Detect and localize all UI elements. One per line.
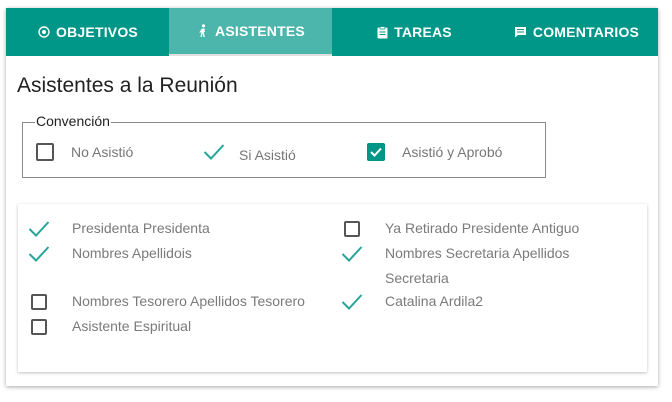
checkmark-icon: [203, 143, 225, 166]
checkmark-icon: [339, 241, 365, 266]
page-title: Asistentes a la Reunión: [17, 74, 238, 97]
tab-asistentes[interactable]: ASISTENTES: [169, 8, 332, 56]
unchecked-box-icon: [339, 216, 365, 241]
attendee-name: Nombres Tesorero Apellidos Tesorero: [72, 293, 305, 309]
legend-label: No Asistió: [71, 144, 134, 160]
clipboard-icon: [375, 25, 389, 39]
checkmark-icon: [339, 289, 365, 314]
attendee-name-line2: Secretaria: [385, 270, 449, 286]
target-icon: [37, 25, 51, 39]
attendee-item[interactable]: Nombres Apellidois: [26, 241, 192, 266]
legend-item-si-asistio: Si Asistió: [203, 143, 296, 166]
legend-label: Asistió y Aprobó: [402, 144, 503, 160]
tab-tareas[interactable]: TAREAS: [332, 8, 495, 56]
unchecked-box-icon: [36, 143, 54, 161]
walking-person-icon: [196, 24, 210, 38]
attendee-item[interactable]: Catalina Ardila2: [339, 289, 483, 314]
comment-icon: [514, 25, 528, 39]
attendee-name: Catalina Ardila2: [385, 293, 484, 309]
tab-label: ASISTENTES: [215, 23, 305, 39]
attendees-panel: Presidenta Presidenta Nombres Apellidois…: [18, 204, 647, 372]
attendee-item[interactable]: Ya Retirado Presidente Antiguo: [339, 216, 579, 241]
attendee-name: Asistente Espiritual: [72, 318, 192, 334]
unchecked-box-icon: [26, 314, 52, 339]
attendee-item[interactable]: Nombres Tesorero Apellidos Tesorero: [26, 289, 305, 314]
legend-label: Si Asistió: [239, 146, 296, 163]
checkmark-icon: [26, 241, 52, 266]
tab-label: TAREAS: [394, 24, 452, 40]
attendee-item[interactable]: Asistente Espiritual: [26, 314, 191, 339]
attendee-name: Presidenta Presidenta: [72, 220, 210, 236]
meeting-card: OBJETIVOS ASISTENTES TAREAS COMENTARIOS …: [6, 8, 658, 386]
attendee-name: Nombres Apellidois: [72, 245, 192, 261]
legend-item-no-asistio: No Asistió: [36, 143, 133, 161]
checkmark-icon: [26, 216, 52, 241]
legend-box: Convención No Asistió Si Asistió Asistió…: [22, 113, 546, 178]
attendee-item[interactable]: Presidenta Presidenta: [26, 216, 210, 241]
legend-title: Convención: [35, 113, 111, 129]
tab-label: OBJETIVOS: [56, 24, 138, 40]
tab-label: COMENTARIOS: [532, 24, 640, 40]
tab-comentarios[interactable]: COMENTARIOS: [495, 8, 658, 56]
checked-box-icon: [367, 143, 385, 161]
attendee-name: Ya Retirado Presidente Antiguo: [385, 220, 580, 236]
tab-bar: OBJETIVOS ASISTENTES TAREAS COMENTARIOS: [6, 8, 658, 56]
attendee-name-line1: Nombres Secretaria Apellidos: [385, 245, 570, 261]
attendee-item[interactable]: Nombres Secretaria Apellidos Secretaria: [339, 241, 569, 291]
tab-objetivos[interactable]: OBJETIVOS: [6, 8, 169, 56]
legend-item-asistio-aprobo: Asistió y Aprobó: [367, 143, 502, 161]
attendee-name: Nombres Secretaria Apellidos Secretaria: [385, 241, 569, 291]
unchecked-box-icon: [26, 289, 52, 314]
